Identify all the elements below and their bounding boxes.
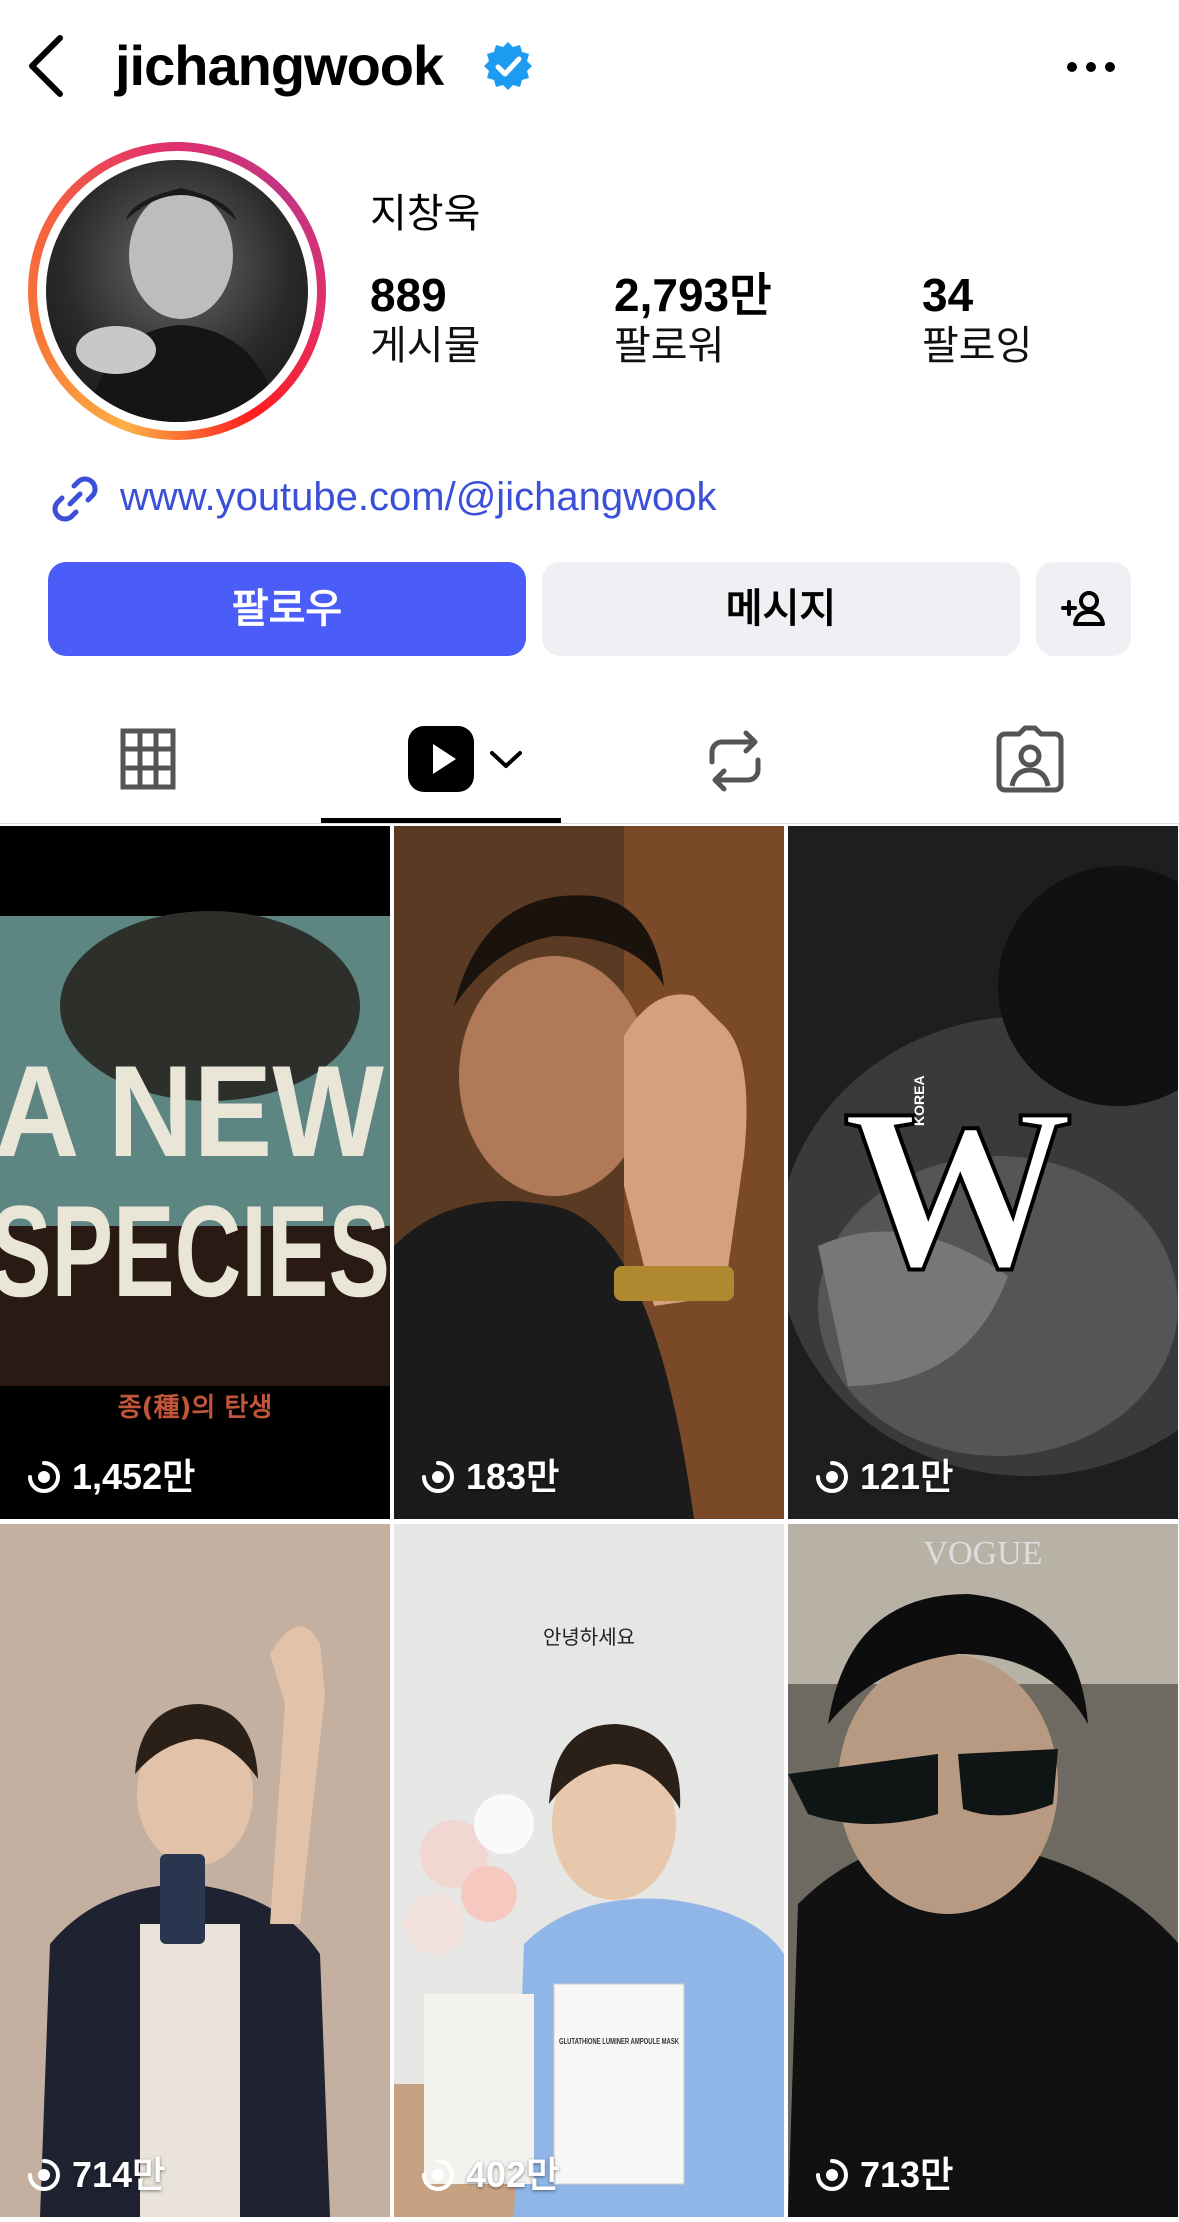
- profile-tabs: [0, 700, 1179, 826]
- stat-posts-label: 게시물: [370, 324, 481, 368]
- profile-header: jichangwook: [0, 0, 1179, 135]
- view-count: 713만: [812, 2153, 953, 2197]
- reel-tile[interactable]: VOGUE 713만: [788, 1524, 1178, 2217]
- stat-posts[interactable]: 889 게시물: [370, 268, 480, 370]
- link-icon: [52, 476, 98, 522]
- profile-link-text[interactable]: www.youtube.com/@jichangwook: [120, 468, 716, 526]
- reel-thumbnail: A NEW SPECIES 종(種)의 탄생: [0, 911, 390, 1519]
- reel-subtitle: 종(種)의 탄생: [118, 1393, 273, 1423]
- play-views-icon: [816, 1461, 848, 1493]
- play-views-icon: [422, 2159, 454, 2191]
- avatar-portrait: [76, 188, 281, 422]
- back-chevron-icon[interactable]: [22, 30, 72, 102]
- stat-followers-label: 팔로워: [614, 324, 725, 368]
- reel-tile[interactable]: GLUTATHIONE LUMINER AMPOULE MASK 안녕하세요 4…: [394, 1524, 784, 2217]
- view-count: 714만: [24, 2153, 165, 2197]
- reels-icon: [408, 726, 474, 792]
- display-name: 지창욱: [370, 192, 481, 236]
- reels-grid: A NEW SPECIES 종(種)의 탄생 1,452만 183만 W KOR…: [0, 826, 1179, 2222]
- view-count-text: 121만: [860, 1456, 954, 1497]
- more-options-icon[interactable]: [1065, 60, 1117, 74]
- suggest-people-button[interactable]: [1036, 562, 1131, 656]
- verified-badge-icon: [484, 42, 532, 90]
- reel-thumbnail: W KOREA: [788, 826, 1178, 1519]
- avatar-story-ring[interactable]: [28, 142, 326, 440]
- tab-reels[interactable]: [321, 700, 561, 820]
- reel-overlay-greeting: 안녕하세요: [543, 1625, 635, 1649]
- reel-overlay-logo: VOGUE: [924, 1535, 1043, 1572]
- chevron-down-icon: [490, 751, 522, 768]
- view-count-text: 1,452만: [72, 1456, 196, 1497]
- tagged-icon: [996, 725, 1064, 793]
- reel-overlay-line-2: SPECIES: [0, 1178, 390, 1324]
- reel-thumbnail: [394, 826, 784, 1519]
- reel-overlay-line-1: A NEW: [0, 1038, 384, 1184]
- stat-followers-value: 2,793만: [614, 269, 772, 321]
- play-views-icon: [816, 2159, 848, 2191]
- view-count-text: 402만: [466, 2154, 560, 2195]
- stat-following-value: 34: [922, 269, 974, 321]
- view-count: 183만: [418, 1455, 559, 1499]
- stat-followers[interactable]: 2,793만 팔로워: [614, 268, 771, 370]
- reel-product-text: GLUTATHIONE LUMINER AMPOULE MASK: [559, 2037, 679, 2046]
- play-views-icon: [28, 2159, 60, 2191]
- person-add-icon: [1060, 591, 1105, 626]
- stat-following[interactable]: 34 팔로잉: [922, 268, 1032, 370]
- avatar: [46, 160, 308, 422]
- view-count-text: 713만: [860, 2154, 954, 2195]
- reel-tile[interactable]: 183만: [394, 826, 784, 1519]
- reel-thumbnail: GLUTATHIONE LUMINER AMPOULE MASK 안녕하세요: [394, 1524, 784, 2217]
- follow-button[interactable]: 팔로우: [48, 562, 526, 656]
- reel-tile[interactable]: W KOREA 121만: [788, 826, 1178, 1519]
- play-views-icon: [422, 1461, 454, 1493]
- reel-thumbnail: [0, 1524, 390, 2217]
- reel-thumbnail: VOGUE: [788, 1524, 1178, 2217]
- view-count: 121만: [812, 1455, 953, 1499]
- reel-overlay-small: KOREA: [911, 1075, 927, 1126]
- reel-tile[interactable]: A NEW SPECIES 종(種)의 탄생 1,452만: [0, 826, 390, 1519]
- grid-icon: [120, 728, 176, 790]
- tab-reposts[interactable]: [690, 700, 780, 820]
- view-count: 1,452만: [24, 1455, 195, 1499]
- stat-following-label: 팔로잉: [922, 324, 1033, 368]
- reel-tile[interactable]: 714만: [0, 1524, 390, 2217]
- play-views-icon: [28, 1461, 60, 1493]
- view-count: 402만: [418, 2153, 559, 2197]
- view-count-text: 714만: [72, 2154, 166, 2195]
- username-title: jichangwook: [115, 34, 444, 97]
- repost-icon: [709, 730, 761, 792]
- tab-grid[interactable]: [100, 700, 200, 820]
- message-button[interactable]: 메시지: [542, 562, 1020, 656]
- tabs-divider: [0, 823, 1179, 824]
- view-count-text: 183만: [466, 1456, 560, 1497]
- stat-posts-value: 889: [370, 269, 447, 321]
- tab-tagged[interactable]: [980, 700, 1080, 820]
- reel-overlay-logo: W: [843, 1061, 1073, 1316]
